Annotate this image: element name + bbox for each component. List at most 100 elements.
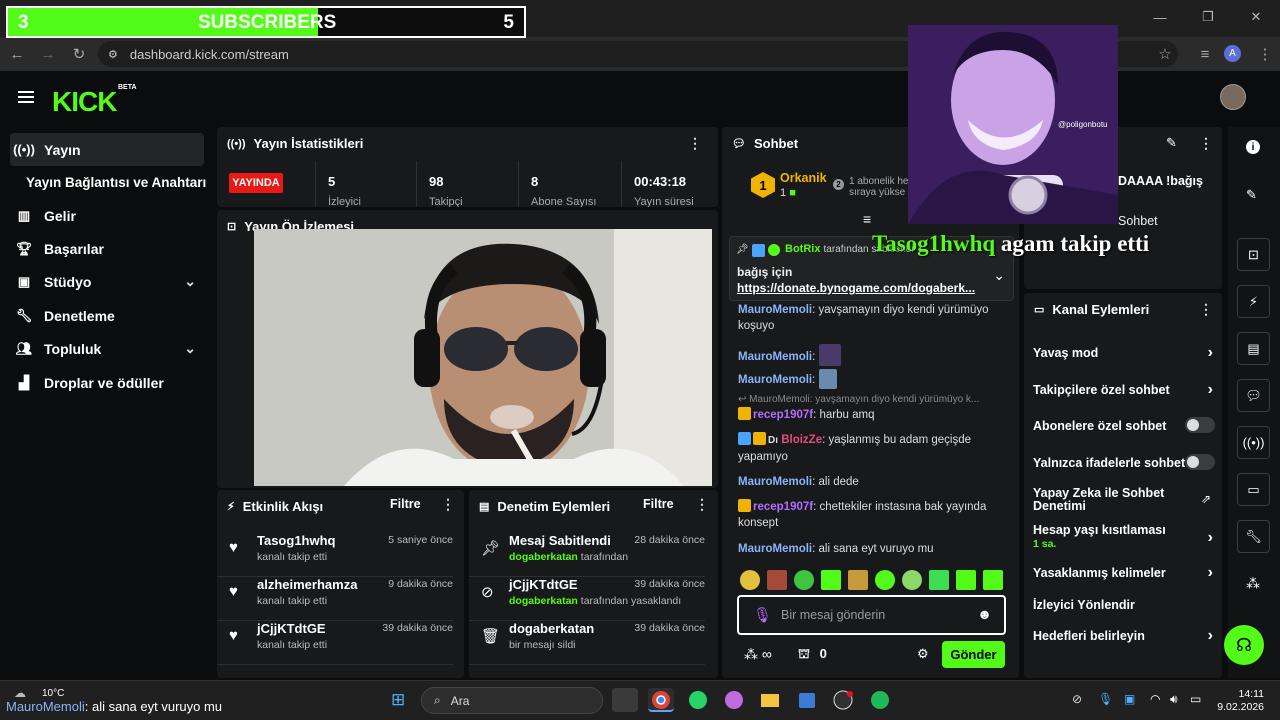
activity-user[interactable]: Tasog1hwhq	[257, 533, 335, 548]
collapse-leaderboard-icon[interactable]: ≡	[863, 211, 871, 227]
emote-image[interactable]	[767, 570, 787, 590]
chat-input[interactable]: 🎙︎ Bir mesaj gönderin ☻	[737, 595, 1006, 635]
emote-image[interactable]	[875, 570, 895, 590]
kick-logo[interactable]: KICK	[52, 86, 117, 118]
action-emote-only[interactable]: Yalnızca ifadelerle sohbet	[1033, 454, 1215, 470]
moderation-action[interactable]: jCjjKTdtGE	[509, 577, 578, 592]
action-set-goals[interactable]: Hedefleri belirleyin ›	[1033, 627, 1215, 644]
moderation-menu-icon[interactable]: ⋮	[695, 496, 709, 513]
action-subscribers-only[interactable]: Abonelere özel sohbet	[1033, 417, 1215, 433]
activity-user[interactable]: jCjjKTdtGE	[257, 621, 326, 636]
whatsapp-app-icon[interactable]	[685, 688, 711, 712]
chat-settings-icon[interactable]: ⚙	[917, 646, 929, 662]
forward-icon[interactable]: →	[34, 40, 62, 68]
browser-menu-icon[interactable]: ⋮	[1251, 40, 1279, 68]
support-headset-icon[interactable]: ☊	[1224, 625, 1264, 665]
microphone-icon[interactable]: 🎙︎	[753, 606, 772, 624]
info-icon[interactable]: i	[1246, 140, 1260, 154]
pinned-link[interactable]: https://donate.bynogame.com/dogaberk...	[737, 281, 975, 295]
taskbar-clock[interactable]: 14:11 9.02.2026	[1212, 688, 1264, 714]
moderator-name[interactable]: dogaberkatan	[509, 551, 578, 563]
chat-message[interactable]: recep1907f: chettekiler instasına bak ya…	[738, 499, 1010, 531]
subscribers-only-toggle[interactable]	[1185, 417, 1215, 433]
volume-icon[interactable]: 🔊︎	[1170, 692, 1178, 707]
chat-username[interactable]: MauroMemoli	[738, 351, 812, 363]
action-followers-only[interactable]: Takipçilere özel sohbet ›	[1033, 381, 1215, 398]
chat-username[interactable]: MauroMemoli	[738, 543, 812, 555]
sidebar-item-topluluk[interactable]: 👥︎ Topluluk ⌄	[10, 332, 204, 365]
activity-user[interactable]: alzheimerhamza	[257, 577, 357, 592]
user-avatar[interactable]	[1220, 84, 1246, 110]
chat-username[interactable]: MauroMemoli	[738, 476, 812, 488]
stats-menu-icon[interactable]: ⋮	[688, 135, 702, 152]
tray-app-icon[interactable]: ▣	[1124, 692, 1135, 706]
start-menu-icon[interactable]: ⊞	[391, 690, 405, 710]
wifi-icon[interactable]: ◠	[1150, 692, 1160, 706]
emote-image[interactable]	[983, 570, 1003, 590]
sidebar-item-droplar[interactable]: ▟ Droplar ve ödüller	[10, 366, 204, 399]
emote-image[interactable]	[794, 570, 814, 590]
sidebar-item-studyo[interactable]: ▣ Stüdyo ⌄	[10, 265, 204, 298]
bookmark-star-icon[interactable]: ☆	[1151, 40, 1179, 68]
emoji-icon[interactable]: ☻	[977, 606, 992, 622]
copilot-app-icon[interactable]	[721, 688, 747, 712]
emote-only-toggle[interactable]	[1185, 454, 1215, 470]
actions-menu-icon[interactable]: ⋮	[1199, 301, 1213, 318]
battery-icon[interactable]: ▭	[1190, 692, 1201, 706]
spotify-app-icon[interactable]	[867, 688, 893, 712]
site-info-icon[interactable]: ⚙	[108, 48, 118, 61]
action-account-age[interactable]: Hesap yaşı kısıtlaması ›	[1033, 523, 1215, 546]
weather-temp[interactable]: 10°C	[42, 688, 64, 699]
chat-username[interactable]: MauroMemoli	[738, 304, 812, 316]
network-off-icon[interactable]: ⊘	[1072, 692, 1082, 706]
moderator-name[interactable]: dogaberkatan	[509, 595, 578, 607]
sidebar-item-stream-key[interactable]: Yayın Bağlantısı ve Anahtarı	[26, 166, 216, 199]
back-icon[interactable]: ←	[3, 40, 31, 68]
restore-icon[interactable]: ❐	[1184, 0, 1232, 34]
action-banned-words[interactable]: Yasaklanmış kelimeler ›	[1033, 564, 1215, 581]
chat-message[interactable]: MauroMemoli:	[738, 344, 1010, 366]
chat-message[interactable]: MauroMemoli: ali dede	[738, 474, 1010, 490]
minimize-icon[interactable]: —	[1136, 0, 1184, 34]
chat-message[interactable]: MauroMemoli: ali sana eyt vuruyo mu	[738, 541, 1010, 557]
emote-image[interactable]	[929, 570, 949, 590]
sidebar-item-gelir[interactable]: ▥ Gelir	[10, 199, 204, 232]
activity-toggle-icon[interactable]: ⚡︎	[1237, 285, 1270, 318]
edit-pencil-icon[interactable]: ✎	[1166, 135, 1177, 151]
profile-avatar[interactable]: A	[1224, 45, 1241, 62]
gift-subs[interactable]: ⛫ 0	[798, 646, 827, 664]
sidebar-item-yayin[interactable]: ((•)) Yayın	[10, 133, 204, 166]
expand-pinned-icon[interactable]: ⌄	[993, 267, 1005, 284]
emote-image[interactable]	[902, 570, 922, 590]
chat-username[interactable]: MauroMemoli	[738, 374, 812, 386]
action-ai-moderation[interactable]: Yapay Zeka ile Sohbet Denetimi	[1033, 487, 1173, 513]
stats-toggle-icon[interactable]: ((•))	[1237, 426, 1270, 459]
moderation-filter-button[interactable]: Filtre	[643, 497, 674, 511]
edit-icon[interactable]: ✎	[1246, 187, 1257, 203]
task-view-icon[interactable]	[612, 688, 638, 712]
chat-toggle-icon[interactable]: 💬︎	[1237, 379, 1270, 412]
chat-message[interactable]: Dı BloizZe: yaşlanmış bu adam geçişde ya…	[738, 432, 1010, 465]
emote-image[interactable]	[821, 570, 841, 590]
channel-points[interactable]: ⁂ ∞	[744, 646, 772, 663]
leaderboard-user[interactable]: Orkanik	[780, 171, 827, 185]
emote-image[interactable]	[848, 570, 868, 590]
action-slow-mode[interactable]: Yavaş mod ›	[1033, 344, 1215, 361]
moderation-toggle-icon[interactable]: ▤	[1237, 332, 1270, 365]
obs-app-icon[interactable]	[830, 688, 856, 712]
emote-image[interactable]	[956, 570, 976, 590]
sidebar-item-denetleme[interactable]: 🔧︎ Denetleme	[10, 299, 204, 332]
chat-username[interactable]: recep1907f	[753, 501, 813, 513]
chat-username[interactable]: BloizZe	[781, 434, 822, 446]
reload-icon[interactable]: ↻	[65, 40, 93, 68]
stream-preview-video[interactable]	[254, 229, 712, 486]
chat-message[interactable]: recep1907f: harbu amq	[738, 407, 1010, 423]
mic-tray-icon[interactable]: 🎙︎	[1098, 692, 1113, 706]
moderation-action[interactable]: dogaberkatan	[509, 621, 594, 636]
emote-image[interactable]	[740, 570, 760, 590]
store-app-icon[interactable]	[794, 688, 820, 712]
chat-message[interactable]: MauroMemoli: yavşamayın diyo kendi yürüm…	[738, 302, 1010, 334]
send-button[interactable]: Gönder	[942, 641, 1005, 668]
external-link-icon[interactable]: ⇗	[1201, 492, 1211, 506]
info-menu-icon[interactable]: ⋮	[1199, 135, 1213, 152]
